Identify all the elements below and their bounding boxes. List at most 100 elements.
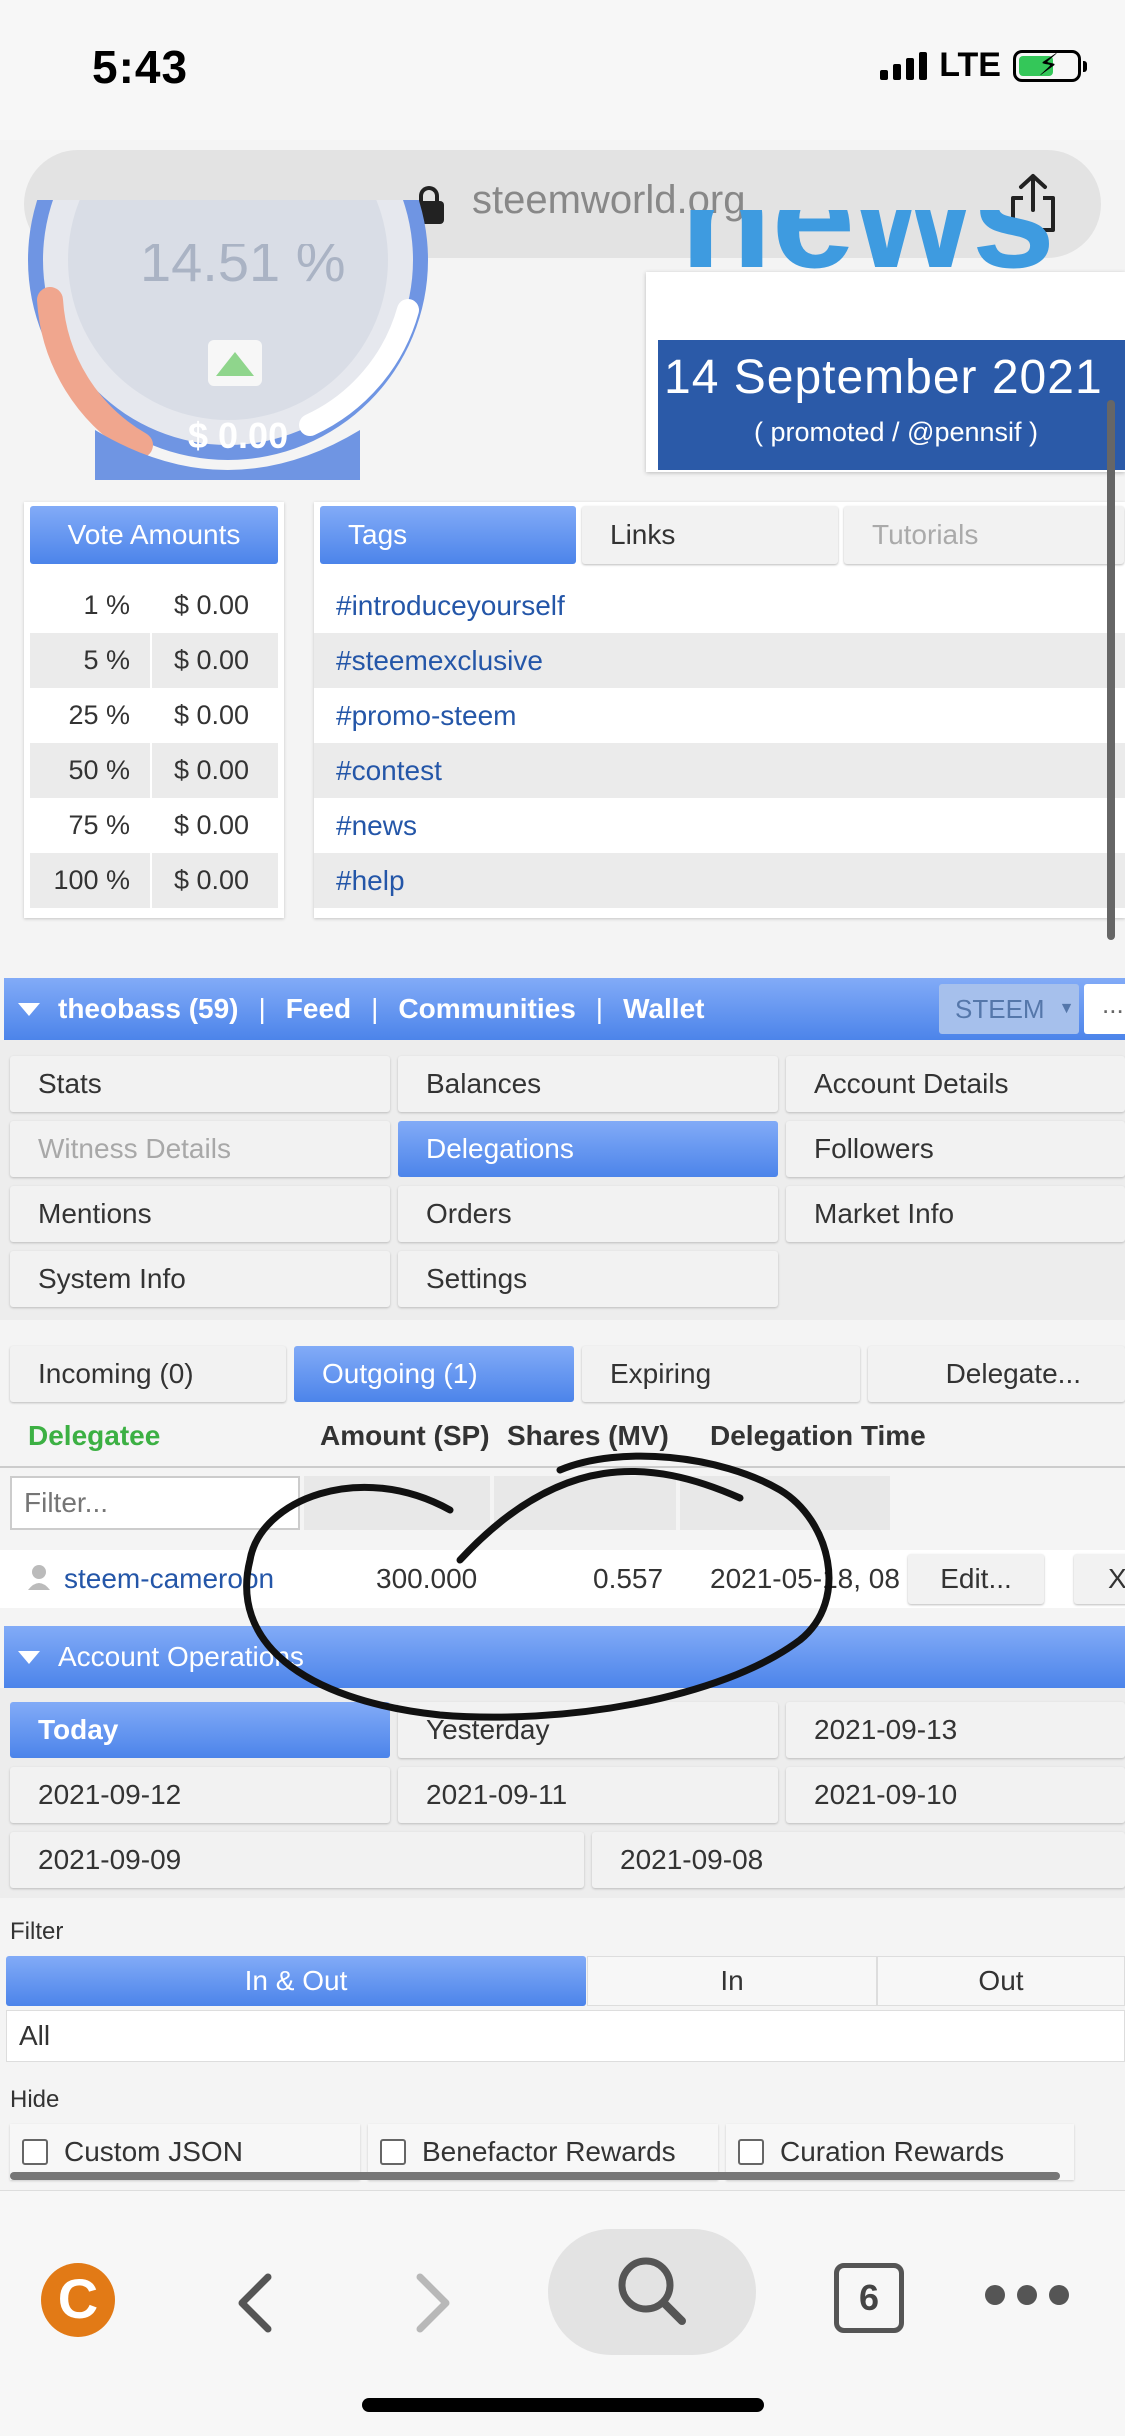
banner-news-text: news <box>680 210 1056 299</box>
checkbox[interactable] <box>380 2139 406 2165</box>
more-button[interactable]: ... <box>1084 984 1125 1034</box>
account-operations-header[interactable]: Account Operations <box>4 1626 1125 1688</box>
collapse-icon[interactable] <box>18 1002 40 1016</box>
tags-list: #introduceyourself #steemexclusive #prom… <box>314 578 1125 908</box>
amount-value: 300.000 <box>376 1563 478 1594</box>
menu-system-info[interactable]: System Info <box>10 1251 390 1307</box>
user-icon <box>26 1550 52 1608</box>
date-button[interactable]: 2021-09-12 <box>10 1767 390 1823</box>
tag-link[interactable]: #contest <box>314 743 1125 798</box>
menu-account-details[interactable]: Account Details <box>786 1056 1125 1112</box>
vote-row: 50 % $ 0.00 <box>30 743 278 798</box>
tag-link[interactable]: #promo-steem <box>314 688 1125 743</box>
tag-link[interactable]: #help <box>314 853 1125 908</box>
menu-stats[interactable]: Stats <box>10 1056 390 1112</box>
communities-link[interactable]: Communities <box>398 993 575 1025</box>
tag-link[interactable]: #introduceyourself <box>314 578 1125 633</box>
network-type: LTE <box>939 46 1001 84</box>
edit-delegation-button[interactable]: Edit... <box>908 1554 1044 1604</box>
signal-icon <box>880 51 928 80</box>
date-button[interactable]: 2021-09-11 <box>398 1767 778 1823</box>
col-delegatee[interactable]: Delegatee <box>28 1420 160 1452</box>
date-button[interactable]: 2021-09-10 <box>786 1767 1125 1823</box>
filter-in-out[interactable]: In & Out <box>6 1956 586 2006</box>
back-icon[interactable] <box>236 2273 276 2333</box>
forward-icon[interactable] <box>412 2273 452 2333</box>
date-today[interactable]: Today <box>10 1702 390 1758</box>
banner-subtitle: ( promoted / @pennsif ) <box>754 417 1039 447</box>
date-button[interactable]: 2021-09-08 <box>592 1832 1125 1888</box>
table-row: steem-cameroon 300.000 0.557 2021-05-18,… <box>0 1550 1125 1608</box>
menu-settings[interactable]: Settings <box>398 1251 778 1307</box>
date-button[interactable]: 2021-09-13 <box>786 1702 1125 1758</box>
delegatee-filter-input[interactable] <box>10 1476 300 1530</box>
date-yesterday[interactable]: Yesterday <box>398 1702 778 1758</box>
feed-link[interactable]: Feed <box>286 993 351 1025</box>
banner-date: 14 September 2021 <box>664 351 1103 404</box>
home-indicator[interactable] <box>362 2398 764 2412</box>
menu-witness-details[interactable]: Witness Details <box>10 1121 390 1177</box>
tabs-button[interactable]: 6 <box>834 2263 904 2333</box>
vote-row: 100 % $ 0.00 <box>30 853 278 908</box>
vertical-scrollbar[interactable] <box>1107 400 1115 940</box>
tag-link[interactable]: #steemexclusive <box>314 633 1125 688</box>
vote-row: 5 % $ 0.00 <box>30 633 278 688</box>
user-link[interactable]: theobass (59) <box>58 993 239 1025</box>
horizontal-scrollbar[interactable] <box>10 2172 1060 2180</box>
tab-links[interactable]: Links <box>582 506 838 564</box>
col-shares[interactable]: Shares (MV) <box>507 1420 669 1452</box>
delegate-button[interactable]: Delegate... <box>868 1346 1125 1402</box>
filter-label: Filter <box>10 1918 64 1945</box>
vote-row: 25 % $ 0.00 <box>30 688 278 743</box>
status-time: 5:43 <box>92 41 189 93</box>
col-delegation-time[interactable]: Delegation Time <box>710 1420 926 1452</box>
col-amount[interactable]: Amount (SP) <box>320 1420 490 1452</box>
user-nav-bar: theobass (59) | Feed | Communities | Wal… <box>4 978 1125 1040</box>
menu-mentions[interactable]: Mentions <box>10 1186 390 1242</box>
tab-tutorials[interactable]: Tutorials <box>844 506 1124 564</box>
remove-delegation-button[interactable]: X <box>1074 1554 1125 1604</box>
vote-amounts-tab[interactable]: Vote Amounts <box>30 506 278 564</box>
gauge-percent: 14.51 % <box>140 244 346 293</box>
vote-row: 1 % $ 0.00 <box>30 578 278 633</box>
search-icon <box>618 2257 686 2325</box>
status-bar: 5:43 LTE ⚡ <box>0 0 1125 140</box>
chain-select[interactable]: STEEM ▼ <box>939 984 1079 1034</box>
delegatee-link[interactable]: steem-cameroon <box>64 1550 274 1608</box>
delegation-tabs: Incoming (0) Outgoing (1) Expiring Deleg… <box>0 1330 1125 1410</box>
vote-amounts-list: 1 % $ 0.00 5 % $ 0.00 25 % $ 0.00 50 % $ 0.0… <box>30 578 278 908</box>
collapse-icon[interactable] <box>18 1650 40 1664</box>
menu-market-info[interactable]: Market Info <box>786 1186 1125 1242</box>
checkbox[interactable] <box>738 2139 764 2165</box>
delegation-time-value: 2021-05-18, 08 <box>710 1563 900 1594</box>
operation-type-select[interactable]: All <box>6 2010 1125 2062</box>
menu-followers[interactable]: Followers <box>786 1121 1125 1177</box>
gauge-value: $ 0.00 <box>188 415 289 456</box>
operations-date-selector: Today Yesterday 2021-09-13 2021-09-12 20… <box>0 1688 1125 1898</box>
search-button[interactable] <box>548 2229 756 2355</box>
checkbox[interactable] <box>22 2139 48 2165</box>
tags-panel: Tags Links Tutorials #introduceyourself … <box>314 502 1125 918</box>
tag-link[interactable]: #news <box>314 798 1125 853</box>
battery-icon: ⚡ <box>1013 49 1087 82</box>
more-icon[interactable] <box>985 2285 1069 2305</box>
account-operations-title: Account Operations <box>58 1641 304 1672</box>
date-button[interactable]: 2021-09-09 <box>10 1832 584 1888</box>
menu-orders[interactable]: Orders <box>398 1186 778 1242</box>
menu-balances[interactable]: Balances <box>398 1056 778 1112</box>
menu-delegations[interactable]: Delegations <box>398 1121 778 1177</box>
tab-tags[interactable]: Tags <box>320 506 576 564</box>
wallet-link[interactable]: Wallet <box>623 993 704 1025</box>
vote-amounts-panel: Vote Amounts 1 % $ 0.00 5 % $ 0.00 25 % $ 0… <box>24 502 284 918</box>
filter-in[interactable]: In <box>587 1956 877 2006</box>
tab-expiring[interactable]: Expiring <box>582 1346 860 1402</box>
filter-out[interactable]: Out <box>877 1956 1125 2006</box>
filter-row <box>0 1468 1125 1530</box>
tab-outgoing[interactable]: Outgoing (1) <box>294 1346 574 1402</box>
status-indicators: LTE ⚡ <box>880 46 1087 85</box>
site-logo-icon[interactable]: C <box>41 2263 115 2337</box>
hide-label: Hide <box>10 2086 60 2113</box>
account-menu: Stats Balances Account Details Witness D… <box>0 1040 1125 1320</box>
caret-down-icon: ▼ <box>1058 1000 1075 1017</box>
tab-incoming[interactable]: Incoming (0) <box>10 1346 286 1402</box>
